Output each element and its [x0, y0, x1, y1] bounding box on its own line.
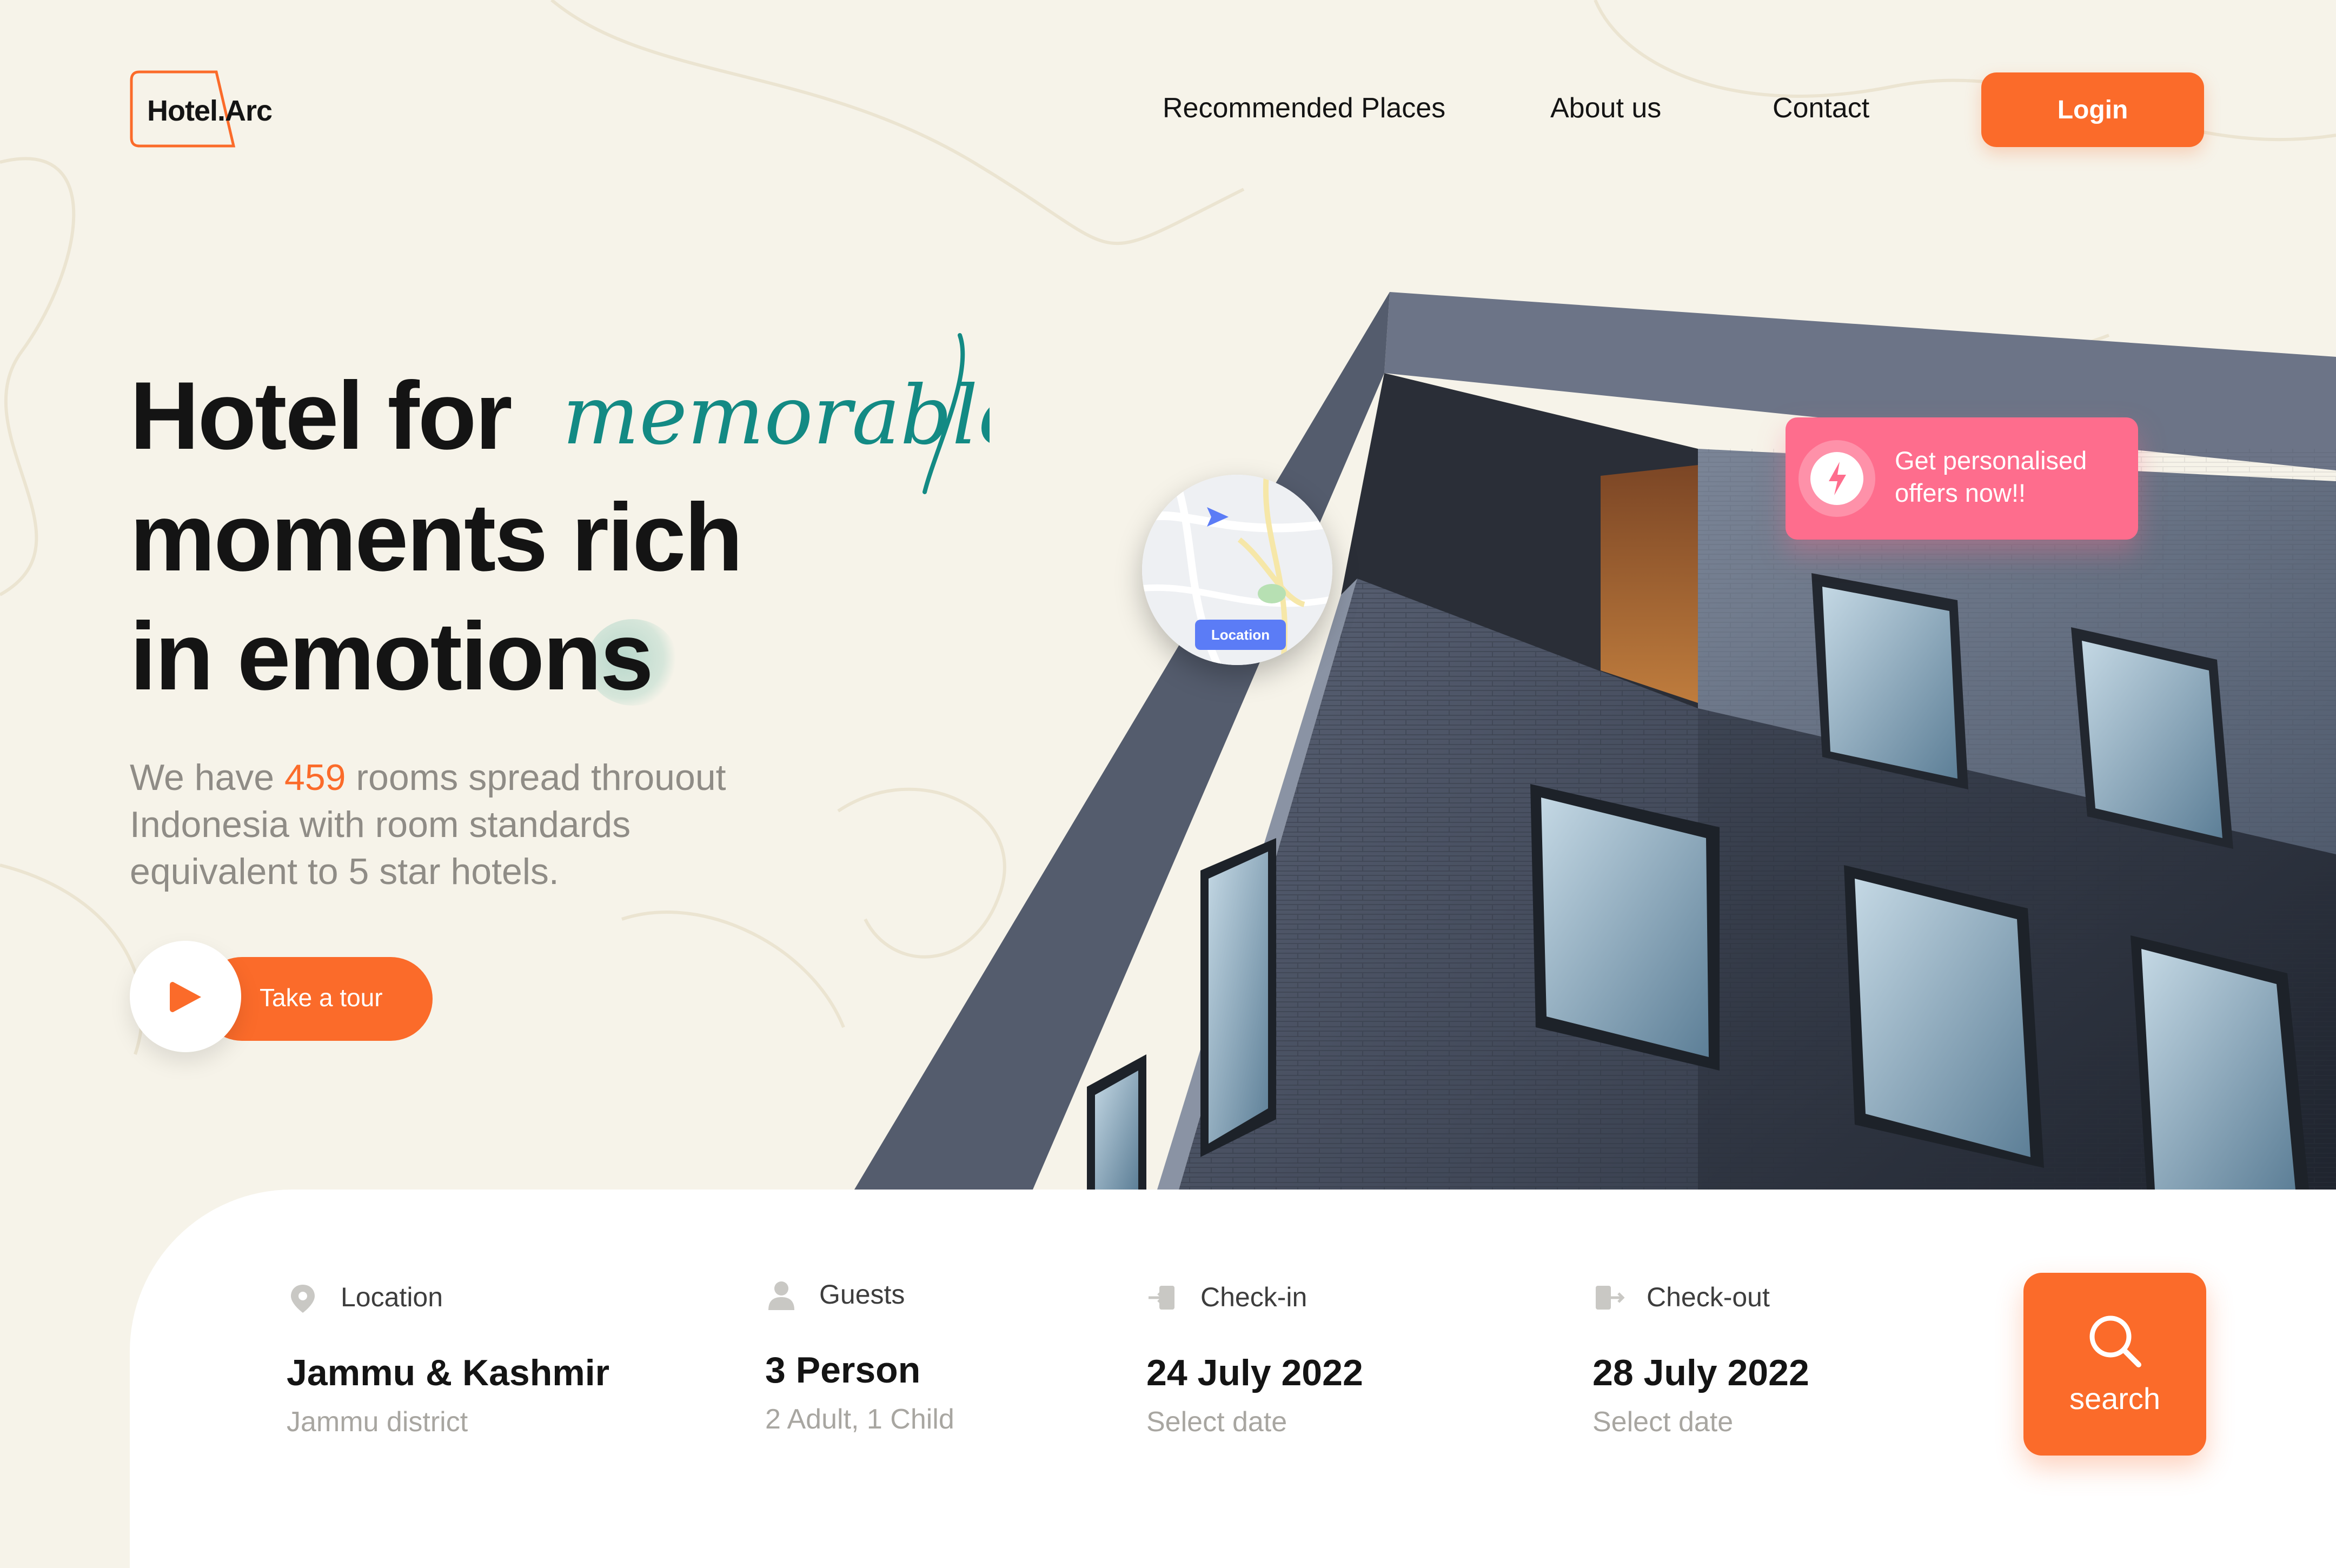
hero-description: We have 459 rooms spread throuout Indone…	[130, 754, 806, 895]
booking-panel: Location Jammu & Kashmir Jammu district …	[130, 1190, 2336, 1568]
guests-value: 3 Person	[765, 1350, 921, 1391]
guests-label: Guests	[819, 1279, 905, 1310]
check-in-label: Check-in	[1200, 1282, 1308, 1312]
take-a-tour-button[interactable]: Take a tour	[130, 941, 433, 1054]
logo[interactable]: Hotel.Arc	[130, 70, 276, 149]
login-button[interactable]: Login	[1981, 72, 2204, 147]
location-value: Jammu & Kashmir	[287, 1352, 610, 1393]
play-icon	[170, 982, 201, 1012]
personalised-offers-card[interactable]: Get personalised offers now!!	[1786, 417, 2138, 540]
check-in-value: 24 July 2022	[1146, 1352, 1363, 1393]
tour-label: Take a tour	[260, 984, 383, 1012]
nav-recommended-places[interactable]: Recommended Places	[1163, 92, 1445, 124]
person-icon	[768, 1281, 794, 1310]
room-count: 459	[284, 757, 346, 798]
hero-title-line-2: moments rich	[130, 483, 743, 591]
search-label: search	[2069, 1381, 2161, 1416]
location-map-card[interactable]: Location	[1142, 475, 1332, 665]
check-out-sub: Select date	[1592, 1406, 1734, 1438]
logo-text: Hotel.Arc	[147, 95, 273, 127]
location-label: Location	[341, 1282, 443, 1312]
location-sub: Jammu district	[287, 1406, 468, 1438]
check-out-icon	[1596, 1286, 1625, 1310]
hero-title-line-3: in emotions	[130, 602, 654, 710]
nav-contact[interactable]: Contact	[1773, 92, 1869, 124]
check-in-icon	[1149, 1286, 1174, 1310]
guests-sub: 2 Adult, 1 Child	[765, 1404, 954, 1435]
check-in-sub: Select date	[1146, 1406, 1288, 1438]
map-location-label: Location	[1195, 620, 1286, 650]
search-icon	[2089, 1315, 2141, 1367]
location-pin-icon	[291, 1285, 315, 1313]
lightning-icon	[1810, 452, 1863, 505]
hero-title-line-1: Hotel for	[130, 362, 513, 469]
offer-text: Get personalised offers now!!	[1895, 446, 2087, 507]
hero-description-prefix: We have	[130, 757, 285, 798]
offer-icon-ring	[1799, 440, 1875, 517]
nav-about-us[interactable]: About us	[1550, 92, 1661, 124]
play-button[interactable]	[130, 941, 241, 1052]
check-out-label: Check-out	[1647, 1282, 1770, 1312]
search-button[interactable]: search	[2023, 1273, 2206, 1456]
check-out-value: 28 July 2022	[1592, 1352, 1809, 1393]
